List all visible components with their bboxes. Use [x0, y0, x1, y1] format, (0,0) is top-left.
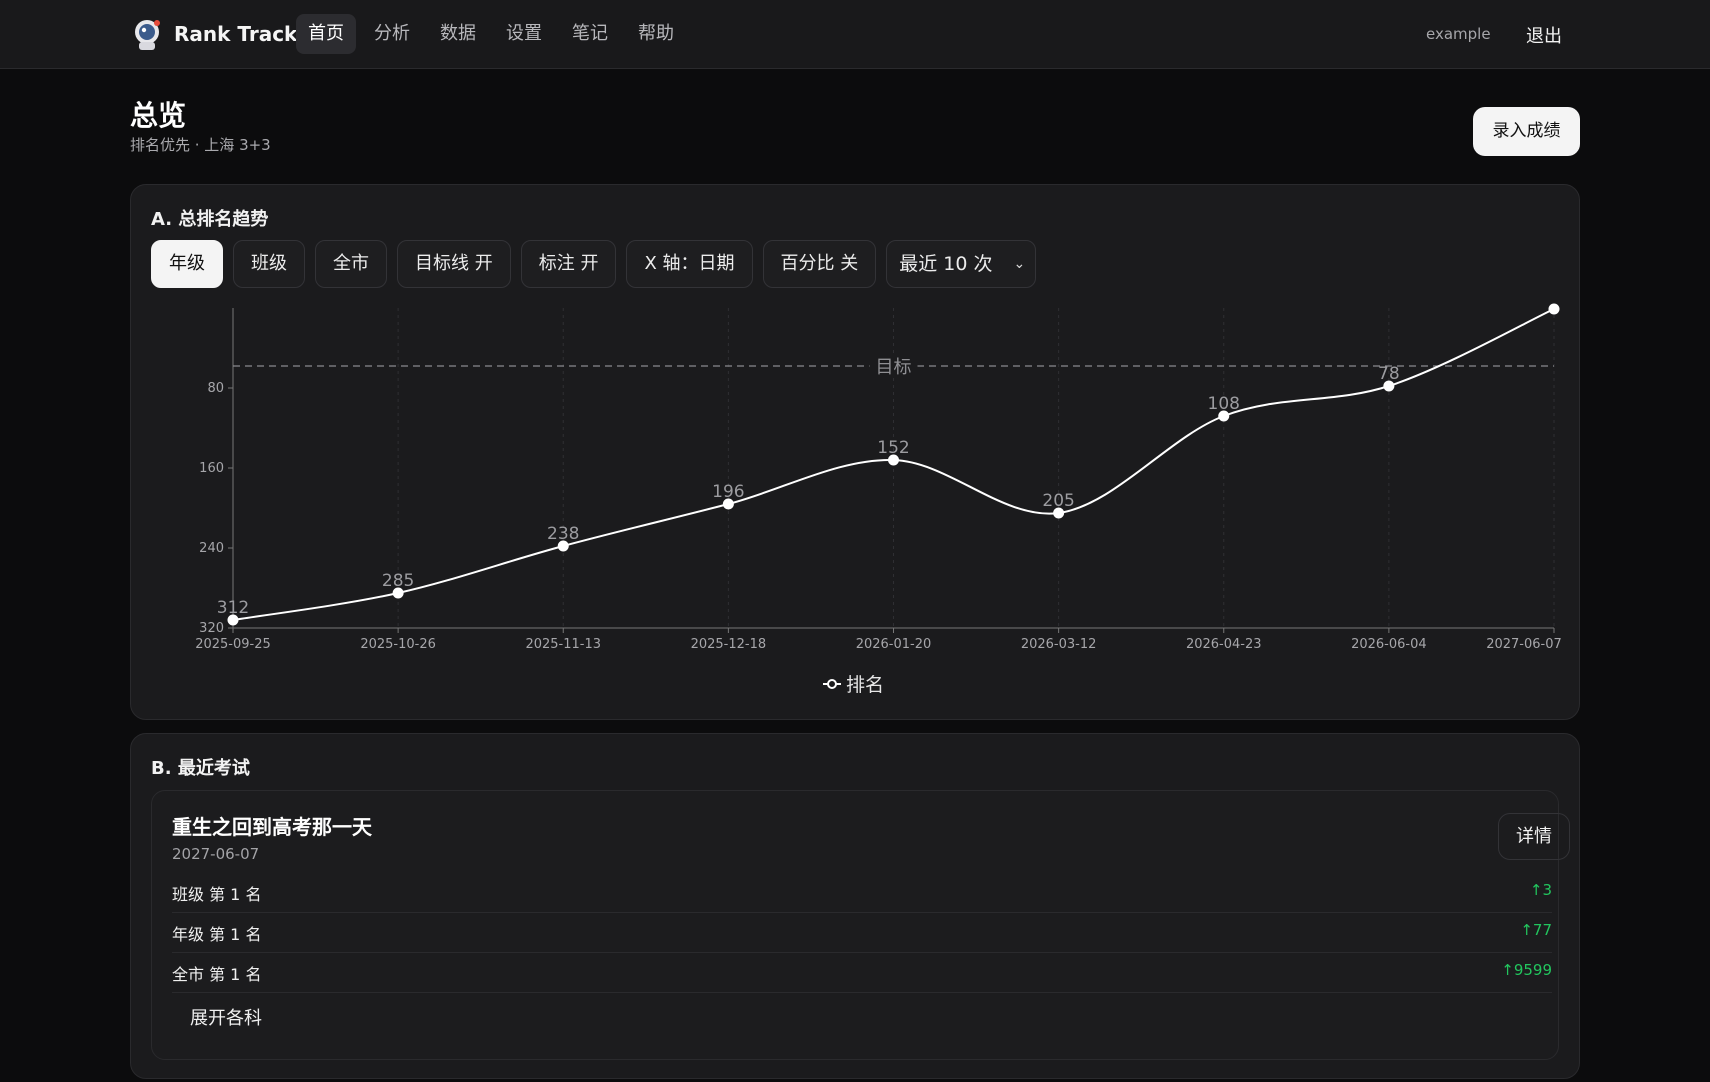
page-subtitle: 排名优先 · 上海 3+3 [130, 136, 271, 154]
rank-label: 全市 第 1 名 [172, 965, 262, 984]
nav-items: 首页 分析 数据 设置 笔记 帮助 [296, 14, 686, 54]
exam-item: 重生之回到高考那一天 2027-06-07 详情 班级 第 1 名 ↑3 年级 … [151, 790, 1570, 1060]
rank-point-label: 238 [547, 524, 579, 544]
rank-row-grade: 年级 第 1 名 ↑77 [172, 913, 1552, 953]
rank-delta: ↑77 [1520, 921, 1552, 939]
target-label: 目标 [876, 357, 912, 378]
exam-date: 2027-06-07 [172, 845, 260, 863]
rank-trend-card: A. 总排名趋势 年级 班级 全市 目标线 开 标注 开 X 轴：日期 百分比 … [130, 184, 1580, 720]
nav-item-analysis[interactable]: 分析 [362, 14, 422, 54]
logout-button[interactable]: 退出 [1526, 22, 1562, 48]
rank-point-label: 152 [877, 438, 909, 458]
rank-chart: 80 160 240 3202025-09-25 2025-10-26 2025-11-1… [195, 303, 1562, 696]
rank-point-label: 78 [1378, 364, 1400, 384]
legend-marker [827, 679, 837, 689]
recent-exam-title: B. 最近考试 [151, 758, 250, 779]
rank-row-city: 全市 第 1 名 ↑9599 [172, 953, 1552, 993]
x-tick-label: 2025-12-18 [691, 637, 767, 652]
rank-point-label: 196 [712, 482, 744, 502]
recent-exam-card: B. 最近考试 重生之回到高考那一天 2027-06-07 详情 班级 第 1 … [130, 733, 1580, 1079]
x-tick-label: 2025-11-13 [525, 637, 601, 652]
rank-row-class: 班级 第 1 名 ↑3 [172, 873, 1552, 913]
rank-label: 年级 第 1 名 [172, 925, 262, 944]
x-tick-label: 2026-04-23 [1186, 637, 1262, 652]
rank-delta: ↑9599 [1501, 961, 1552, 979]
nav-item-notes[interactable]: 笔记 [560, 14, 620, 54]
x-tick-label: 2027-06-07 [1486, 637, 1562, 652]
brand[interactable]: Rank Track [130, 17, 297, 51]
y-tick-label: 320 [199, 621, 224, 636]
exam-name: 重生之回到高考那一天 [172, 815, 372, 839]
detail-button[interactable]: 详情 [1498, 813, 1570, 860]
rank-point-label: 312 [217, 598, 249, 618]
y-tick-label: 160 [199, 461, 224, 476]
x-tick-label: 2025-10-26 [360, 637, 436, 652]
x-tick-label: 2026-03-12 [1021, 637, 1097, 652]
expand-subjects-button[interactable]: 展开各科 [172, 995, 280, 1043]
astronaut-logo-icon [135, 20, 160, 50]
rank-point-label: 285 [382, 571, 414, 591]
y-tick-label: 80 [207, 381, 224, 396]
x-tick-label: 2026-06-04 [1351, 637, 1427, 652]
nav-item-data[interactable]: 数据 [428, 14, 488, 54]
legend-label: 排名 [846, 674, 884, 696]
nav-item-home[interactable]: 首页 [296, 14, 356, 54]
record-scores-button[interactable]: 录入成绩 [1473, 107, 1580, 156]
rank-point-label: 108 [1208, 394, 1240, 414]
rank-point [1548, 303, 1560, 315]
x-tick-label: 2025-09-25 [195, 637, 271, 652]
rank-label: 班级 第 1 名 [172, 885, 262, 904]
page-title: 总览 [130, 99, 187, 132]
rank-delta: ↑3 [1529, 881, 1552, 899]
nav-item-help[interactable]: 帮助 [626, 14, 686, 54]
y-tick-label: 240 [199, 541, 224, 556]
nav-item-settings[interactable]: 设置 [494, 14, 554, 54]
brand-name: Rank Track [174, 22, 298, 46]
x-tick-label: 2026-01-20 [856, 637, 932, 652]
top-nav: Rank Track 首页 分析 数据 设置 笔记 帮助 example 退出 [0, 0, 1710, 69]
username: example [1426, 25, 1491, 43]
rank-point-label: 205 [1042, 491, 1074, 511]
